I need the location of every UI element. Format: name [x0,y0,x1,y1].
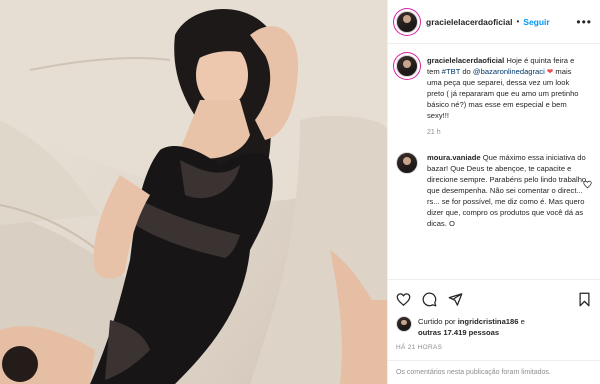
bookmark-icon[interactable] [577,292,592,307]
others-prefix[interactable]: outras [418,328,443,337]
separator-dot: • [516,17,520,26]
comment-icon[interactable] [422,292,437,307]
caption-hashtag[interactable]: #TBT [442,67,460,76]
liked-by-user[interactable]: ingridcristina186 [458,317,519,326]
liked-by-middle: e [518,317,525,326]
photo-illustration [0,0,387,384]
action-icons [396,288,592,310]
comments-limited-notice: Os comentários nesta publicação foram li… [388,360,600,384]
liked-by: Curtido por ingridcristina186 e outras 1… [396,316,592,338]
caption-username[interactable]: gracielelacerdaoficial [427,56,504,65]
post-actions: Curtido por ingridcristina186 e outras 1… [388,279,600,351]
author-username[interactable]: gracielelacerdaoficial [426,17,512,27]
share-icon[interactable] [448,292,463,307]
post-side-panel: gracielelacerdaoficial • Seguir ••• grac… [387,0,600,384]
comments-list[interactable]: gracielelacerdaoficial Hoje é quinta fei… [388,45,600,277]
follow-button[interactable]: Seguir [523,17,549,27]
caption-text-2: do [460,67,473,76]
likes-count[interactable]: 17.419 [443,328,466,337]
more-horizontal-icon[interactable]: ••• [576,15,592,29]
comment-item: moura.vaniade Que máximo essa iniciativa… [396,152,592,229]
caption-avatar[interactable] [396,55,418,77]
liked-by-prefix: Curtido por [418,317,458,326]
others-suffix[interactable]: pessoas [467,328,499,337]
post-photo[interactable] [0,0,387,384]
liker-avatar[interactable] [396,316,412,332]
caption-time[interactable]: 21 h [427,127,587,138]
comment-avatar[interactable] [396,152,418,174]
author-avatar[interactable] [396,10,418,33]
comment-username[interactable]: moura.vaniade [427,153,481,162]
caption-mention[interactable]: @bazaronlinedagraci [473,67,545,76]
post-header: gracielelacerdaoficial • Seguir ••• [388,0,600,44]
heart-emoji-icon: ❤ [546,67,554,76]
comment-like-heart-icon[interactable] [583,180,592,189]
post-date[interactable]: HÁ 21 HORAS [396,344,592,351]
comment-text: Que máximo essa iniciativa do bazar! Que… [427,153,587,228]
caption: gracielelacerdaoficial Hoje é quinta fei… [396,55,592,138]
heart-icon[interactable] [396,292,411,307]
